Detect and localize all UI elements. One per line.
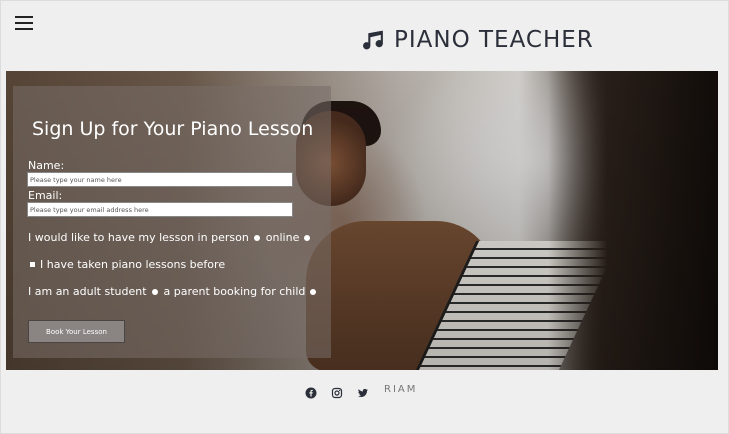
music-note-icon (363, 30, 383, 50)
twitter-icon[interactable] (357, 384, 369, 398)
lesson-type-group: I would like to have my lesson in person… (28, 231, 316, 244)
online-radio[interactable] (304, 234, 311, 241)
name-label: Name: (28, 159, 65, 172)
experience-group: I have taken piano lessons before (28, 258, 225, 271)
brand-logo[interactable]: PIANO TEACHER (361, 24, 594, 56)
instagram-icon[interactable] (331, 384, 343, 399)
footer-credit: RIAM (384, 384, 418, 395)
form-title: Sign Up for Your Piano Lesson (32, 118, 314, 140)
in-person-radio[interactable] (253, 234, 260, 241)
facebook-icon[interactable] (305, 384, 317, 399)
hamburger-menu-icon[interactable] (15, 16, 33, 30)
name-input[interactable] (27, 172, 293, 187)
experience-checkbox[interactable] (30, 262, 35, 267)
adult-student-radio[interactable] (151, 288, 158, 295)
student-type-group: I am an adult student a parent booking f… (28, 285, 322, 298)
email-input[interactable] (27, 202, 293, 217)
online-label: online (265, 231, 300, 244)
parent-label: a parent booking for child (163, 285, 306, 298)
email-label: Email: (28, 189, 63, 202)
adult-student-label: I am an adult student (28, 285, 147, 298)
book-lesson-button[interactable]: Book Your Lesson (28, 320, 125, 343)
brand-title: PIANO TEACHER (394, 27, 594, 53)
parent-radio[interactable] (310, 288, 317, 295)
lesson-type-label: I would like to have my lesson in person (28, 231, 249, 244)
experience-label: I have taken piano lessons before (40, 258, 226, 271)
